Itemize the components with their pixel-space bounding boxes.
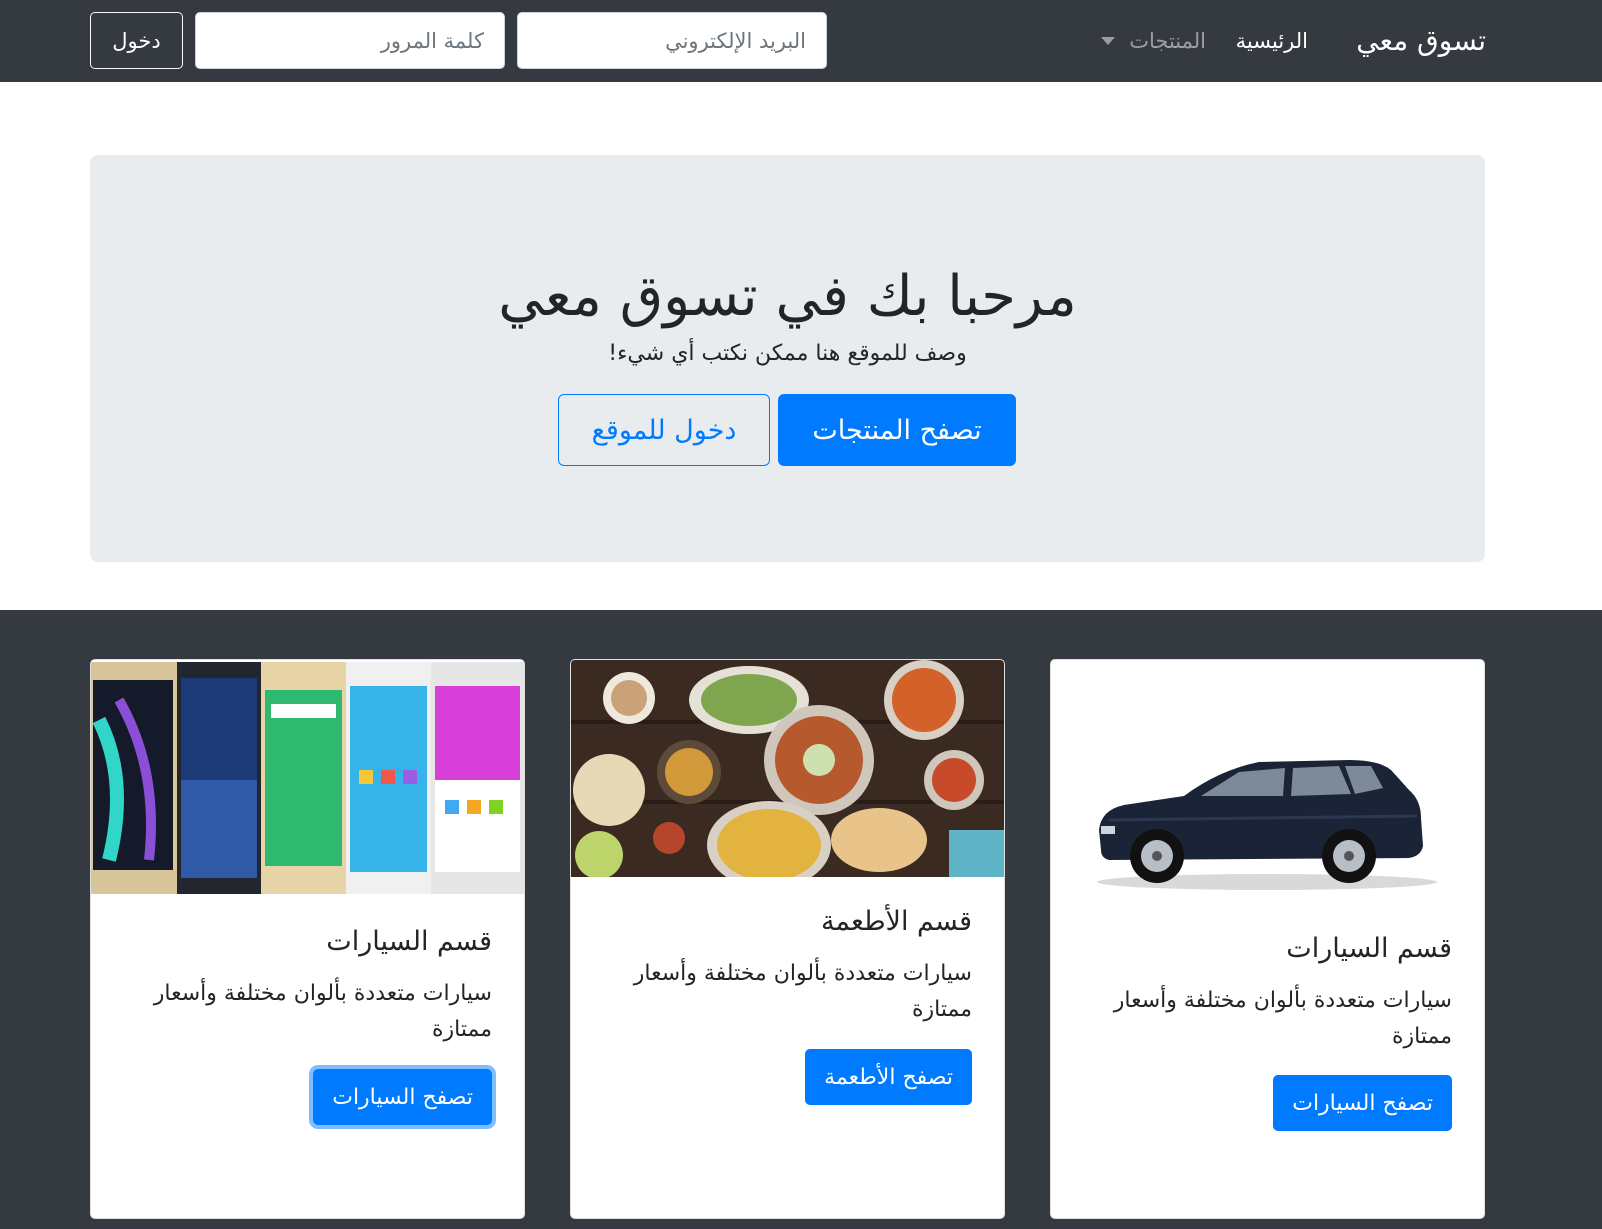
browse-cars-button-focused[interactable]: تصفح السيارات <box>313 1069 492 1125</box>
email-input[interactable] <box>517 12 827 69</box>
browse-cars-button[interactable]: تصفح السيارات <box>1273 1075 1452 1131</box>
car-image <box>1051 660 1484 900</box>
category-card-cars: قسم السيارات سيارات متعددة بألوان مختلفة… <box>1050 659 1485 1219</box>
card-title: قسم السيارات <box>1286 933 1452 964</box>
browse-food-button[interactable]: تصفح الأطعمة <box>805 1049 972 1105</box>
nav-home-link[interactable]: الرئيسية <box>1236 26 1308 56</box>
caret-down-icon <box>1101 37 1116 45</box>
navbar: تسوق معي الرئيسية المنتجات دخول <box>0 0 1602 82</box>
card-text: سيارات متعددة بألوان مختلفة وأسعار ممتاز… <box>153 981 492 1042</box>
nav-products-label: المنتجات <box>1129 29 1206 53</box>
hero-lead: وصف للموقع هنا ممكن نكتب أي شيء! <box>608 341 967 366</box>
card-title: قسم الأطعمة <box>820 906 972 937</box>
category-card-food: قسم الأطعمة سيارات متعددة بألوان مختلفة … <box>570 659 1005 1219</box>
phones-image <box>91 660 524 897</box>
categories-section: قسم السيارات سيارات متعددة بألوان مختلفة… <box>0 610 1602 1229</box>
hero-jumbotron: مرحبا بك في تسوق معي وصف للموقع هنا ممكن… <box>90 155 1485 562</box>
card-text: سيارات متعددة بألوان مختلفة وأسعار ممتاز… <box>1113 988 1452 1049</box>
category-card-phones: قسم السيارات سيارات متعددة بألوان مختلفة… <box>90 659 525 1219</box>
browse-products-button[interactable]: تصفح المنتجات <box>778 394 1016 466</box>
site-login-button[interactable]: دخول للموقع <box>558 394 770 466</box>
card-title: قسم السيارات <box>326 926 492 957</box>
card-text: سيارات متعددة بألوان مختلفة وأسعار ممتاز… <box>633 961 972 1022</box>
brand-logo[interactable]: تسوق معي <box>1356 22 1486 60</box>
password-input[interactable] <box>195 12 505 69</box>
login-button[interactable]: دخول <box>90 12 183 69</box>
nav-products-dropdown[interactable]: المنتجات <box>1101 26 1206 56</box>
food-image <box>571 660 1004 877</box>
hero-title: مرحبا بك في تسوق معي <box>498 264 1077 329</box>
